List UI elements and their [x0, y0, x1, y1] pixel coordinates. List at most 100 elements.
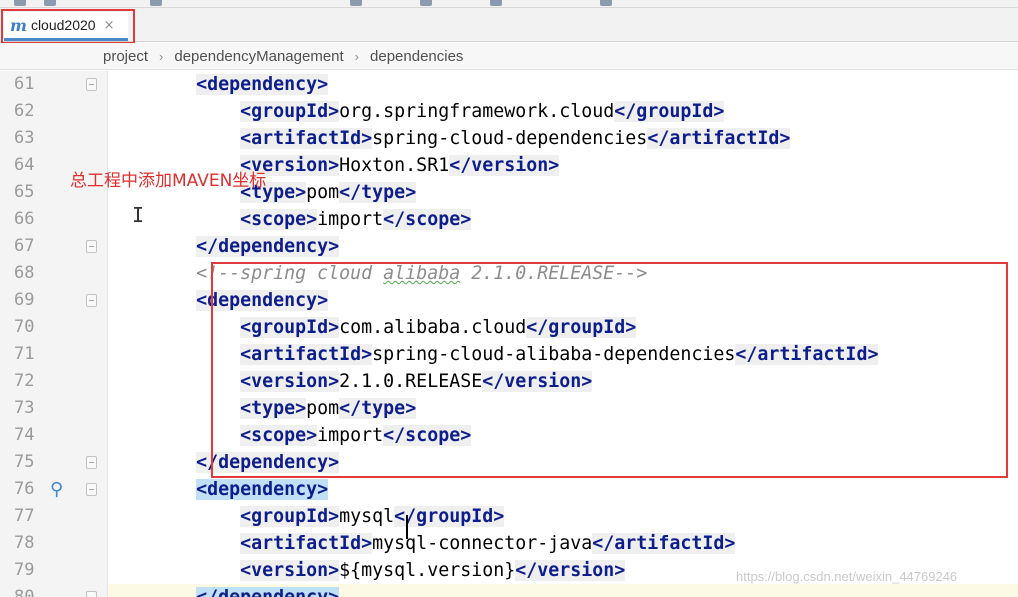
xml-tag: <artifactId>	[240, 128, 373, 149]
xml-tag: </groupId>	[394, 506, 505, 527]
code-line[interactable]: <dependency>	[108, 71, 1018, 98]
toolbar-icon[interactable]	[600, 0, 612, 6]
fold-marker-icon[interactable]	[86, 294, 97, 307]
implementation-marker-icon[interactable]: ⚲	[50, 479, 63, 500]
chevron-right-icon: ›	[159, 48, 164, 64]
xml-tag: <scope>	[240, 425, 318, 446]
gutter-line[interactable]: 77	[0, 503, 108, 530]
line-number: 77	[14, 506, 35, 526]
gutter-line[interactable]: 75	[0, 449, 108, 476]
xml-text: mysql	[339, 506, 395, 527]
fold-marker-icon[interactable]	[86, 240, 97, 253]
toolbar-icon[interactable]	[420, 0, 432, 6]
xml-tag: </type>	[339, 398, 417, 419]
xml-comment: alibaba	[383, 263, 461, 284]
xml-tag: </version>	[482, 371, 593, 392]
mouse-ibeam-cursor-icon: I	[132, 203, 145, 227]
gutter-line[interactable]: 62	[0, 98, 108, 125]
xml-tag: </artifactId>	[592, 533, 736, 554]
fold-marker-icon[interactable]	[86, 456, 97, 469]
xml-tag: <groupId>	[240, 506, 340, 527]
xml-tag: </dependency>	[196, 587, 340, 597]
line-number: 80	[14, 587, 35, 597]
xml-text: Hoxton.SR1	[339, 155, 450, 176]
gutter-line[interactable]: 78	[0, 530, 108, 557]
code-line[interactable]: </dependency>	[108, 584, 1018, 597]
chevron-right-icon: ›	[354, 48, 360, 64]
line-number: 73	[14, 398, 35, 418]
toolbar-icon[interactable]	[350, 0, 362, 6]
gutter-line[interactable]: 79	[0, 557, 108, 584]
xml-tag: </type>	[339, 182, 417, 203]
code-line[interactable]: <version>2.1.0.RELEASE</version>	[108, 368, 1018, 395]
toolbar-icon[interactable]	[14, 0, 26, 6]
toolbar-icon[interactable]	[490, 0, 502, 6]
code-line[interactable]: <scope>import</scope>	[108, 422, 1018, 449]
code-line[interactable]: <!--spring cloud alibaba 2.1.0.RELEASE--…	[108, 260, 1018, 287]
xml-tag: </artifactId>	[735, 344, 879, 365]
xml-text: ${mysql.version}	[339, 560, 516, 581]
code-line[interactable]: <artifactId>mysql-connector-java</artifa…	[108, 530, 1018, 557]
gutter-line[interactable]: 70	[0, 314, 108, 341]
xml-tag: <artifactId>	[240, 344, 373, 365]
code-editor[interactable]: <dependency> <groupId>org.springframewor…	[108, 71, 1018, 597]
fold-marker-icon[interactable]	[86, 78, 97, 91]
breadcrumb-item-dependencymanagement[interactable]: dependencyManagement	[174, 48, 343, 65]
code-line[interactable]: <type>pom</type>	[108, 395, 1018, 422]
xml-comment: <!--spring cloud	[196, 263, 384, 284]
breadcrumb-item-dependencies[interactable]: dependencies	[370, 48, 463, 65]
line-number-gutter[interactable]: 61 62 63 64 65 66 67 68 69 70 71 72 73 74 75 76 ⚲ 77 78 79 8…	[0, 71, 108, 597]
line-number: 78	[14, 533, 35, 553]
xml-text: import	[317, 209, 384, 230]
fold-marker-icon[interactable]	[86, 591, 97, 597]
close-icon[interactable]: ×	[104, 18, 115, 33]
gutter-line[interactable]: 63	[0, 125, 108, 152]
gutter-line[interactable]: 73	[0, 395, 108, 422]
editor-tab-cloud2020[interactable]: m cloud2020 ×	[4, 12, 128, 41]
code-line[interactable]: <groupId>mysql</groupId>	[108, 503, 1018, 530]
code-line[interactable]: <dependency>	[108, 476, 1018, 503]
line-number: 66	[14, 209, 35, 229]
line-number: 69	[14, 290, 35, 310]
xml-text: 2.1.0.RELEASE	[339, 371, 483, 392]
gutter-line[interactable]: 69	[0, 287, 108, 314]
xml-tag: </dependency>	[196, 236, 340, 257]
toolbar-icon[interactable]	[150, 0, 162, 6]
line-number: 72	[14, 371, 35, 391]
code-line[interactable]: <scope>import</scope>	[108, 206, 1018, 233]
gutter-line[interactable]: 68	[0, 260, 108, 287]
gutter-line[interactable]: 71	[0, 341, 108, 368]
gutter-line[interactable]: 80	[0, 584, 108, 597]
xml-text: spring-cloud-alibaba-dependencies	[372, 344, 736, 365]
toolbar-icon[interactable]	[44, 0, 56, 6]
gutter-line[interactable]: 76 ⚲	[0, 476, 108, 503]
xml-tag: <version>	[240, 371, 340, 392]
gutter-line[interactable]: 67	[0, 233, 108, 260]
tab-label: cloud2020	[30, 17, 96, 33]
gutter-line[interactable]: 61	[0, 71, 108, 98]
breadcrumb: project › dependencyManagement › depende…	[0, 43, 1018, 70]
code-line[interactable]: <dependency>	[108, 287, 1018, 314]
gutter-line[interactable]: 74	[0, 422, 108, 449]
xml-tag: </version>	[449, 155, 560, 176]
line-number: 67	[14, 236, 35, 256]
gutter-line[interactable]: 66	[0, 206, 108, 233]
breadcrumb-item-project[interactable]: project	[103, 48, 148, 65]
xml-tag: </dependency>	[196, 452, 340, 473]
code-line[interactable]: <groupId>com.alibaba.cloud</groupId>	[108, 314, 1018, 341]
code-line[interactable]: <artifactId>spring-cloud-alibaba-depende…	[108, 341, 1018, 368]
xml-tag: <artifactId>	[240, 533, 373, 554]
code-line[interactable]: </dependency>	[108, 449, 1018, 476]
code-line[interactable]: <artifactId>spring-cloud-dependencies</a…	[108, 125, 1018, 152]
gutter-line[interactable]: 72	[0, 368, 108, 395]
fold-marker-icon[interactable]	[86, 483, 97, 496]
code-line[interactable]: </dependency>	[108, 233, 1018, 260]
code-line[interactable]: <groupId>org.springframework.cloud</grou…	[108, 98, 1018, 125]
